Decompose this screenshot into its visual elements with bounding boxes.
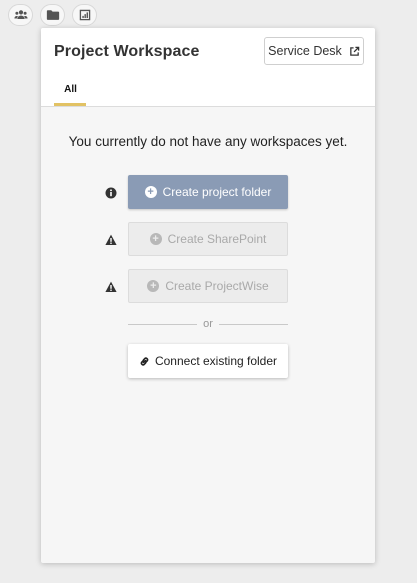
divider-line-right xyxy=(218,323,288,325)
plus-circle-icon: + xyxy=(147,280,160,292)
create-projectwise-button[interactable]: + Create ProjectWise xyxy=(128,269,288,303)
project-workspace-panel: Project Workspace Service Desk All You c… xyxy=(41,28,375,563)
panel-title: Project Workspace xyxy=(54,43,200,60)
link-icon xyxy=(140,356,149,366)
users-button[interactable] xyxy=(8,4,33,26)
create-projectwise-label: Create ProjectWise xyxy=(165,279,269,293)
divider-line-left xyxy=(128,323,198,325)
folder-icon xyxy=(46,10,59,20)
create-project-folder-row: + Create project folder xyxy=(41,175,375,209)
tab-all[interactable]: All xyxy=(55,84,86,95)
info-icon[interactable] xyxy=(105,186,117,199)
create-project-folder-button[interactable]: + Create project folder xyxy=(128,175,288,209)
chart-icon xyxy=(79,9,90,21)
warning-icon[interactable] xyxy=(105,280,117,292)
folder-button[interactable] xyxy=(40,4,65,26)
or-divider: or xyxy=(128,317,288,331)
plus-circle-icon: + xyxy=(149,233,162,245)
top-toolbar xyxy=(8,4,97,26)
active-tab-indicator xyxy=(54,103,86,106)
connect-existing-folder-button[interactable]: Connect existing folder xyxy=(128,344,288,378)
create-sharepoint-button[interactable]: + Create SharePoint xyxy=(128,222,288,256)
external-link-icon xyxy=(350,46,360,56)
create-projectwise-row: + Create ProjectWise xyxy=(41,269,375,303)
plus-circle-icon: + xyxy=(144,186,157,198)
service-desk-button[interactable]: Service Desk xyxy=(264,37,364,65)
create-project-folder-label: Create project folder xyxy=(162,185,272,199)
service-desk-label: Service Desk xyxy=(268,44,342,58)
connect-existing-folder-label: Connect existing folder xyxy=(154,354,278,368)
warning-icon[interactable] xyxy=(105,233,117,245)
create-sharepoint-label: Create SharePoint xyxy=(167,232,267,246)
create-sharepoint-row: + Create SharePoint xyxy=(41,222,375,256)
users-icon xyxy=(13,10,28,19)
panel-header: Project Workspace Service Desk All xyxy=(41,28,375,107)
divider-text: or xyxy=(203,318,213,330)
chart-button[interactable] xyxy=(72,4,97,26)
empty-state-message: You currently do not have any workspaces… xyxy=(68,134,348,149)
